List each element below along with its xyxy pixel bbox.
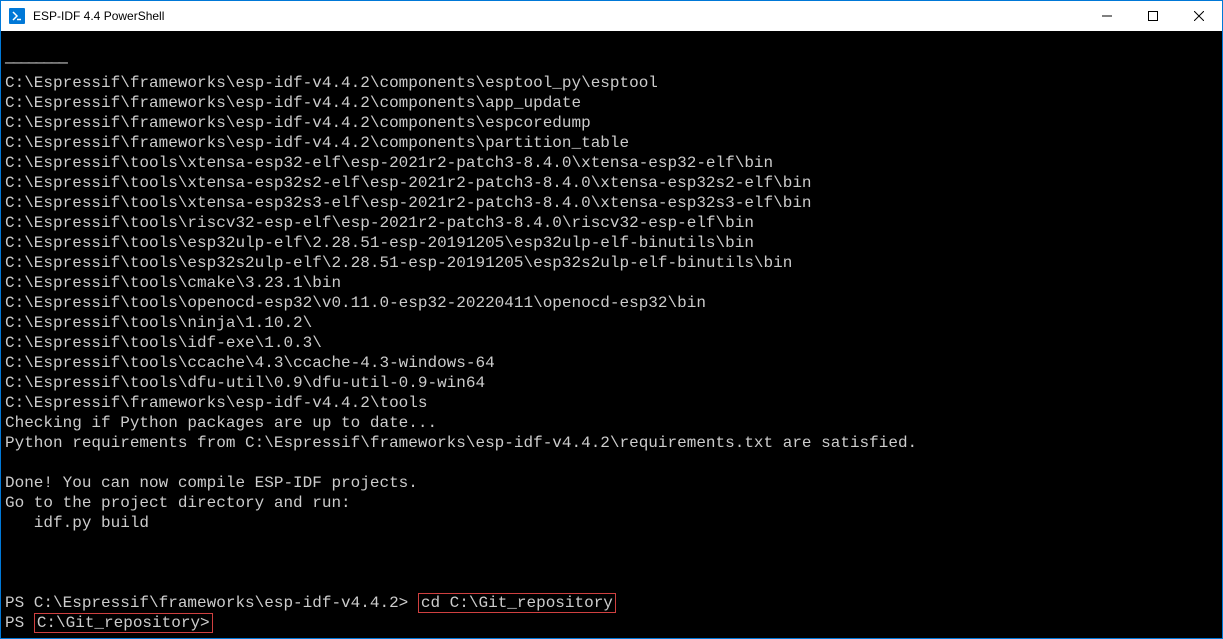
output-line: C:\Espressif\tools\dfu-util\0.9\dfu-util… [5,374,485,392]
output-line: C:\Espressif\frameworks\esp-idf-v4.4.2\t… [5,394,427,412]
output-line: C:\Espressif\frameworks\esp-idf-v4.4.2\c… [5,94,581,112]
output-line: C:\Espressif\tools\ninja\1.10.2\ [5,314,312,332]
output-line: C:\Espressif\tools\xtensa-esp32s2-elf\es… [5,174,812,192]
close-button[interactable] [1176,1,1222,31]
highlighted-command: cd C:\Git_repository [418,593,616,613]
output-line: C:\Espressif\tools\idf-exe\1.0.3\ [5,334,322,352]
output-line: C:\Espressif\frameworks\esp-idf-v4.4.2\c… [5,134,629,152]
window-title: ESP-IDF 4.4 PowerShell [33,9,164,23]
output-line: Python requirements from C:\Espressif\fr… [5,434,917,452]
prompt-line-1: PS C:\Espressif\frameworks\esp-idf-v4.4.… [5,594,616,612]
separator-line: ———————— [5,54,66,72]
output-line: Done! You can now compile ESP-IDF projec… [5,474,418,492]
powershell-icon [9,8,25,24]
maximize-button[interactable] [1130,1,1176,31]
terminal-viewport[interactable]: ———————— C:\Espressif\frameworks\esp-idf… [1,31,1222,638]
powershell-window: ESP-IDF 4.4 PowerShell ———————— C:\Espre… [0,0,1223,639]
output-line: idf.py build [5,514,149,532]
output-line: C:\Espressif\frameworks\esp-idf-v4.4.2\c… [5,114,591,132]
minimize-button[interactable] [1084,1,1130,31]
output-line: C:\Espressif\tools\esp32ulp-elf\2.28.51-… [5,234,754,252]
titlebar[interactable]: ESP-IDF 4.4 PowerShell [1,1,1222,31]
output-line: C:\Espressif\tools\esp32s2ulp-elf\2.28.5… [5,254,792,272]
prompt-line-2: PS C:\Git_repository> [5,614,213,632]
window-controls [1084,1,1222,31]
output-line: C:\Espressif\frameworks\esp-idf-v4.4.2\c… [5,74,658,92]
output-line: C:\Espressif\tools\ccache\4.3\ccache-4.3… [5,354,495,372]
output-line: Checking if Python packages are up to da… [5,414,437,432]
output-line: C:\Espressif\tools\riscv32-esp-elf\esp-2… [5,214,754,232]
highlighted-cwd: C:\Git_repository> [34,613,213,633]
output-line: Go to the project directory and run: [5,494,351,512]
output-line: C:\Espressif\tools\xtensa-esp32s3-elf\es… [5,194,812,212]
prompt-ps: PS [5,614,34,632]
output-line: C:\Espressif\tools\openocd-esp32\v0.11.0… [5,294,706,312]
prompt-prefix: PS C:\Espressif\frameworks\esp-idf-v4.4.… [5,594,418,612]
output-line: C:\Espressif\tools\xtensa-esp32-elf\esp-… [5,154,773,172]
output-line: C:\Espressif\tools\cmake\3.23.1\bin [5,274,341,292]
